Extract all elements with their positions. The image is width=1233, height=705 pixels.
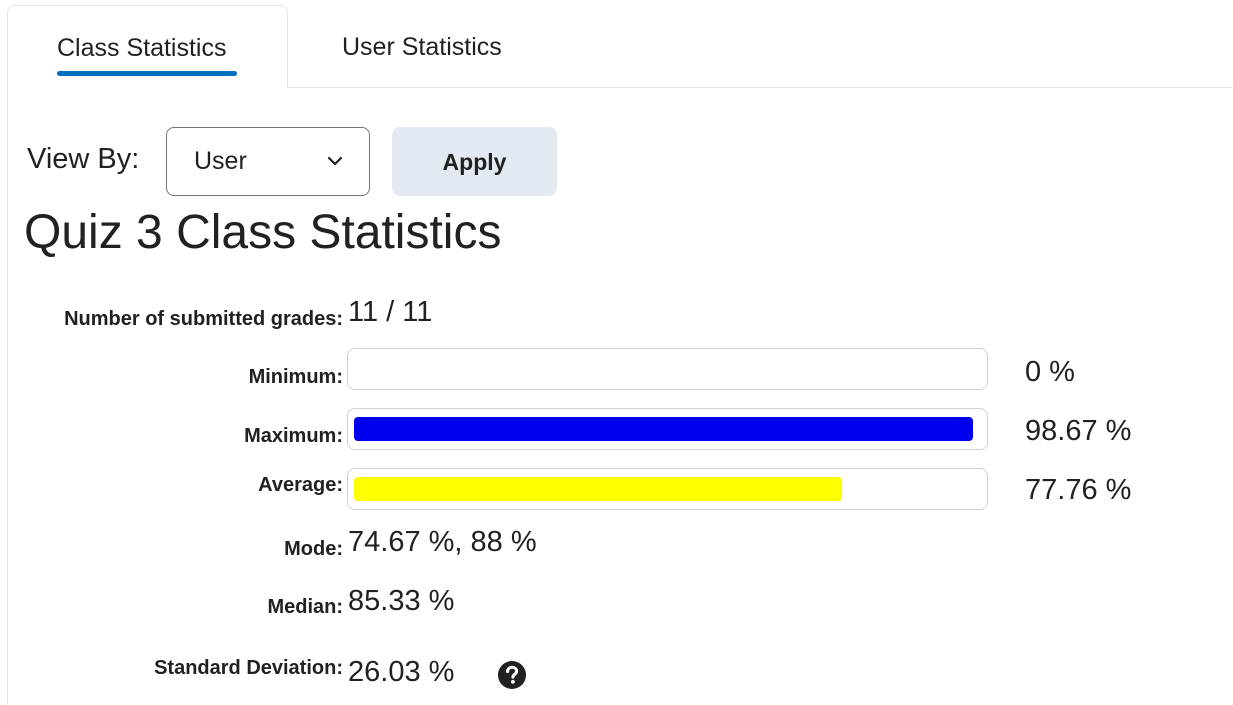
view-by-selected-value: User xyxy=(194,147,247,175)
tab-user-statistics-label: User Statistics xyxy=(342,33,502,61)
submitted-grades-value: 11 / 11 xyxy=(348,296,433,328)
minimum-value: 0 % xyxy=(1025,356,1075,388)
tab-divider xyxy=(288,87,1233,88)
average-bar xyxy=(347,468,988,510)
minimum-label: Minimum: xyxy=(248,366,343,388)
tab-user-statistics[interactable]: User Statistics xyxy=(316,5,546,85)
apply-button-label: Apply xyxy=(442,149,507,175)
std-dev-label: Standard Deviation: xyxy=(154,657,343,679)
maximum-bar xyxy=(347,408,988,450)
mode-label: Mode: xyxy=(284,538,343,560)
active-tab-indicator xyxy=(57,71,237,76)
view-by-label: View By: xyxy=(27,143,140,175)
mode-value: 74.67 %, 88 % xyxy=(348,526,537,558)
std-dev-value: 26.03 % xyxy=(348,656,455,688)
maximum-value: 98.67 % xyxy=(1025,415,1132,447)
tab-class-statistics[interactable]: Class Statistics xyxy=(7,5,288,88)
average-value: 77.76 % xyxy=(1025,474,1132,506)
average-label: Average: xyxy=(258,474,343,496)
chevron-down-icon xyxy=(327,156,343,166)
tab-class-statistics-label: Class Statistics xyxy=(57,34,227,62)
maximum-label: Maximum: xyxy=(244,425,343,447)
median-value: 85.33 % xyxy=(348,585,455,617)
page-title: Quiz 3 Class Statistics xyxy=(24,206,502,259)
minimum-bar xyxy=(347,348,988,390)
median-label: Median: xyxy=(267,596,343,618)
maximum-bar-fill xyxy=(354,417,973,441)
apply-button[interactable]: Apply xyxy=(392,127,557,196)
view-by-select[interactable]: User xyxy=(166,127,370,196)
tab-strip: Class Statistics User Statistics xyxy=(0,0,1233,88)
average-bar-fill xyxy=(354,477,842,501)
question-circle-icon[interactable] xyxy=(497,660,527,690)
submitted-grades-label: Number of submitted grades: xyxy=(64,308,343,330)
